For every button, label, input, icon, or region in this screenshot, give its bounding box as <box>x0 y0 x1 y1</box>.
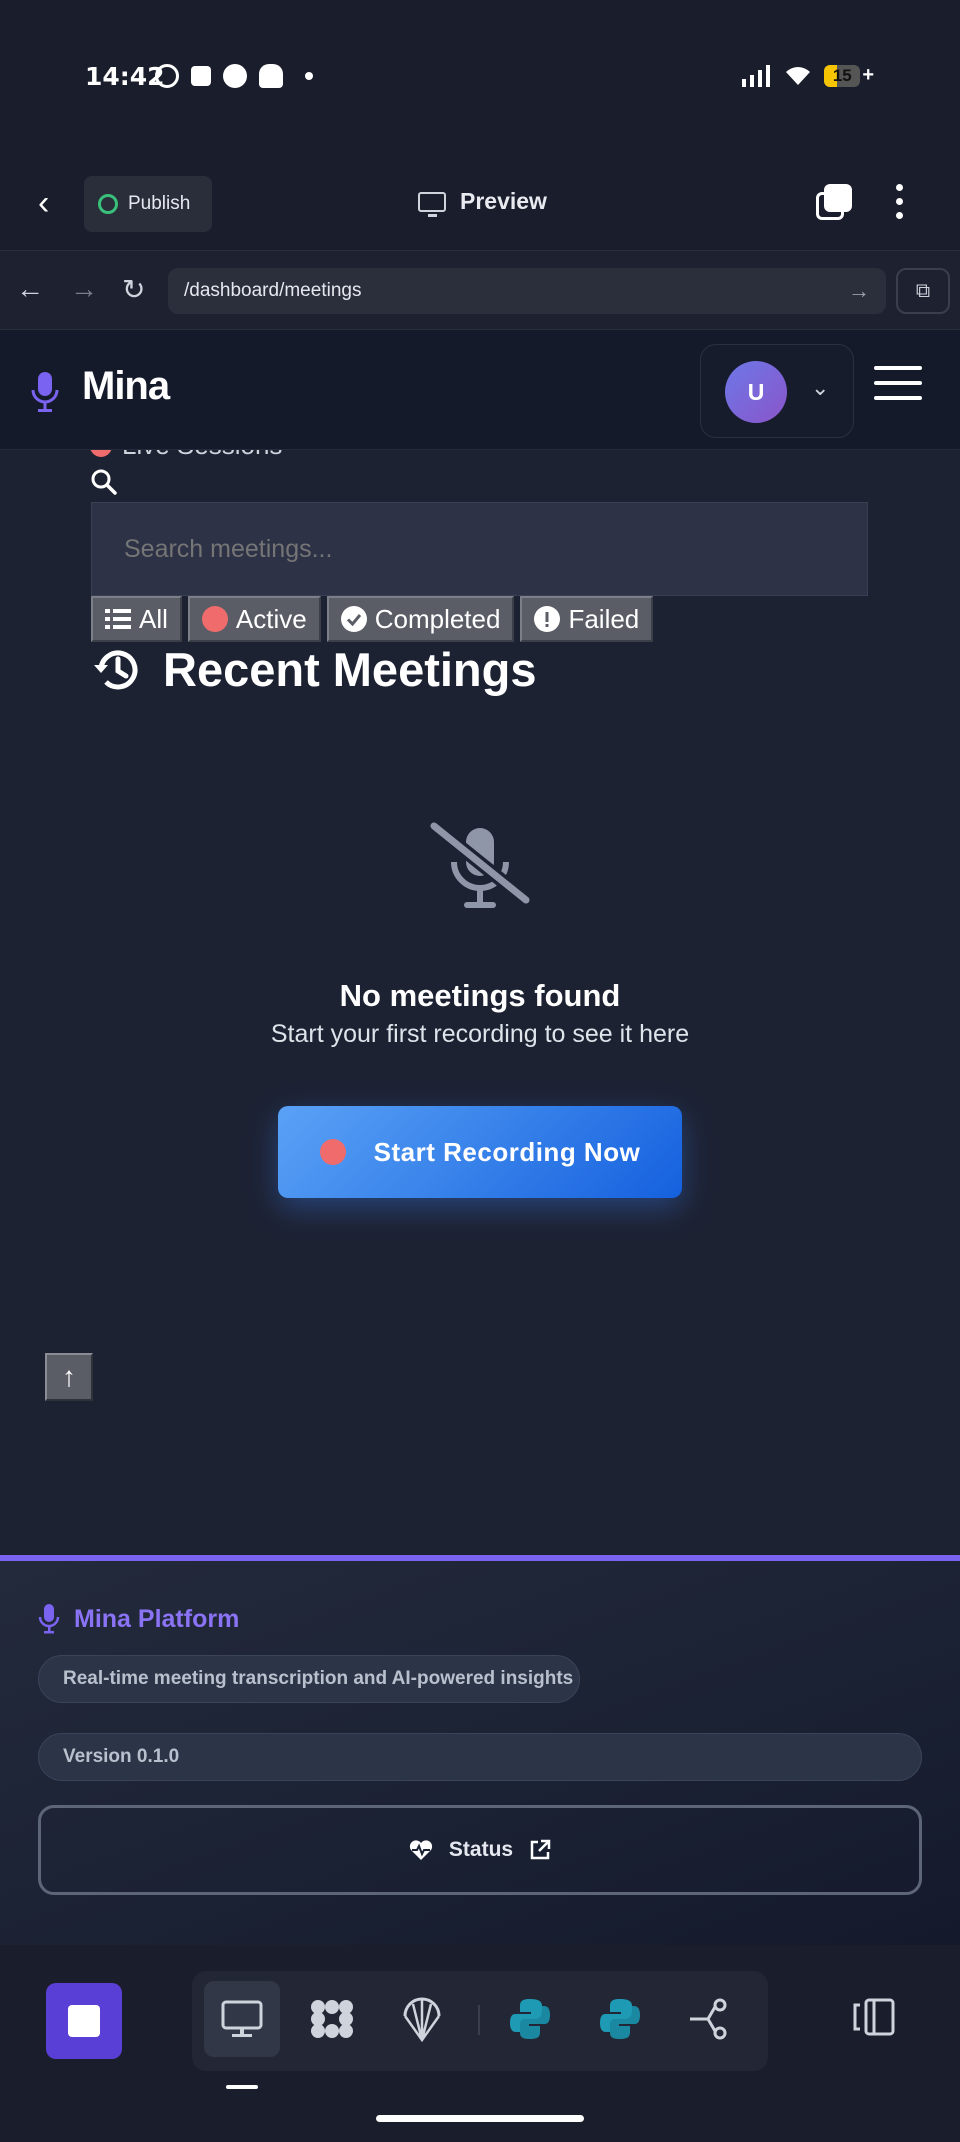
user-menu-button[interactable]: U ⌄ <box>700 344 854 438</box>
publish-icon <box>98 194 118 214</box>
brand-name[interactable]: Mina <box>82 364 170 409</box>
live-sessions-label: Live Sessions <box>122 450 282 461</box>
editor-dock <box>0 1945 960 2142</box>
deploy-button[interactable] <box>384 1981 460 2057</box>
external-link-icon <box>530 1839 551 1860</box>
forward-arrow-icon[interactable]: → <box>70 273 98 305</box>
open-external-icon[interactable]: ⧉ <box>896 268 950 314</box>
filter-active-button[interactable]: Active <box>187 596 321 642</box>
stop-icon <box>68 2005 100 2037</box>
search-input[interactable] <box>91 502 868 596</box>
tagline-pill: Real-time meeting transcription and AI-p… <box>38 1655 580 1703</box>
parachute-icon <box>403 1997 441 2042</box>
section-title: Recent Meetings <box>163 643 537 696</box>
home-indicator <box>376 2115 584 2122</box>
version-pill: Version 0.1.0 <box>38 1733 922 1781</box>
preview-label: Preview <box>460 188 547 214</box>
grid-blocks-icon <box>311 2000 353 2038</box>
stop-button[interactable] <box>46 1983 122 2059</box>
notification-icons <box>155 64 313 88</box>
signal-icon <box>742 64 771 87</box>
list-icon <box>105 609 131 629</box>
footer-brand: Mina Platform <box>38 1603 239 1635</box>
arrow-up-icon: ↑ <box>62 1361 76 1392</box>
workflow-button[interactable] <box>672 1981 748 2057</box>
python-icon <box>510 1999 550 2039</box>
filter-label: Failed <box>568 603 640 634</box>
components-button[interactable] <box>294 1981 370 2057</box>
dock-tray <box>192 1971 768 2071</box>
publish-label: Publish <box>128 193 191 214</box>
dock-separator <box>478 2005 480 2035</box>
exclamation-circle-icon <box>534 606 561 632</box>
battery-indicator: 15 + <box>824 64 874 87</box>
microphone-slash-icon <box>429 822 531 908</box>
status-label: Status <box>448 1838 514 1861</box>
monitor-icon <box>418 191 446 217</box>
python-tool-button-2[interactable] <box>582 1981 658 2057</box>
reload-icon[interactable]: ↻ <box>122 273 145 306</box>
system-status-bar: 14:42 15 + <box>0 0 960 160</box>
python-icon <box>600 1999 640 2039</box>
avatar: U <box>725 361 787 423</box>
start-recording-button[interactable]: Start Recording Now <box>278 1106 682 1198</box>
filter-all-button[interactable]: All <box>91 596 182 642</box>
search-icon <box>91 469 117 495</box>
history-icon <box>94 649 138 689</box>
url-text: /dashboard/meetings <box>184 280 362 301</box>
browser-url-bar: ← → ↻ /dashboard/meetings → ⧉ <box>0 250 960 330</box>
editor-toolbar: ‹ Publish Preview <box>0 160 960 250</box>
live-sessions-header: Live Sessions <box>90 450 282 461</box>
side-panel-icon[interactable] <box>852 1997 896 2037</box>
start-recording-label: Start Recording Now <box>373 1136 641 1167</box>
empty-state-title: No meetings found <box>339 978 621 1013</box>
python-tool-button[interactable] <box>492 1981 568 2057</box>
battery-level: 15 <box>832 65 852 85</box>
monitor-icon <box>221 2000 263 2037</box>
microphone-icon <box>38 1604 60 1634</box>
scroll-to-top-button[interactable]: ↑ <box>45 1353 93 1401</box>
footer-brand-name: Mina Platform <box>74 1604 240 1633</box>
check-circle-icon <box>340 606 367 632</box>
wifi-icon <box>786 66 811 85</box>
filter-failed-button[interactable]: Failed <box>520 596 654 642</box>
more-options-icon[interactable] <box>896 184 906 219</box>
clock: 14:42 <box>85 62 165 91</box>
red-dot-icon <box>201 606 228 632</box>
heartbeat-icon <box>409 1840 433 1860</box>
filter-label: Active <box>235 603 307 634</box>
chat-icon <box>223 64 247 88</box>
share-nodes-icon <box>690 1998 727 2040</box>
snapchat-icon <box>259 64 283 88</box>
app-header: Mina U ⌄ <box>0 330 960 450</box>
desktop-view-button[interactable] <box>204 1981 280 2057</box>
empty-state-subtitle: Start your first recording to see it her… <box>270 1020 690 1048</box>
status-link-button[interactable]: Status <box>38 1805 922 1895</box>
system-indicators: 15 + <box>742 64 874 87</box>
back-chevron-icon[interactable]: ‹ <box>38 185 74 221</box>
active-indicator <box>226 2085 258 2089</box>
site-footer: Mina Platform Real-time meeting transcri… <box>0 1555 960 1945</box>
url-field[interactable]: /dashboard/meetings → <box>168 268 886 314</box>
filter-completed-button[interactable]: Completed <box>326 596 515 642</box>
back-arrow-icon[interactable]: ← <box>16 273 44 305</box>
go-arrow-icon[interactable]: → <box>848 278 870 304</box>
meetings-page: Live Sessions All Active Completed Faile… <box>0 450 960 1555</box>
microphone-icon <box>31 372 59 412</box>
tabs-switcher-icon[interactable] <box>816 184 852 220</box>
preview-toggle[interactable]: Preview <box>418 188 547 217</box>
publish-button[interactable]: Publish <box>84 176 212 232</box>
status-filters: All Active Completed Failed <box>91 596 654 642</box>
more-notifications-icon <box>305 72 313 80</box>
hamburger-menu-icon[interactable] <box>874 366 922 411</box>
slack-icon <box>191 66 211 86</box>
filter-label: All <box>139 603 168 634</box>
record-dot-icon <box>319 1139 346 1165</box>
filter-label: Completed <box>374 603 501 634</box>
whatsapp-icon <box>155 64 179 88</box>
recent-meetings-heading: Recent Meetings <box>91 642 536 697</box>
chevron-down-icon: ⌄ <box>811 375 830 400</box>
live-dot-icon <box>90 450 112 457</box>
charging-icon: + <box>862 64 874 86</box>
